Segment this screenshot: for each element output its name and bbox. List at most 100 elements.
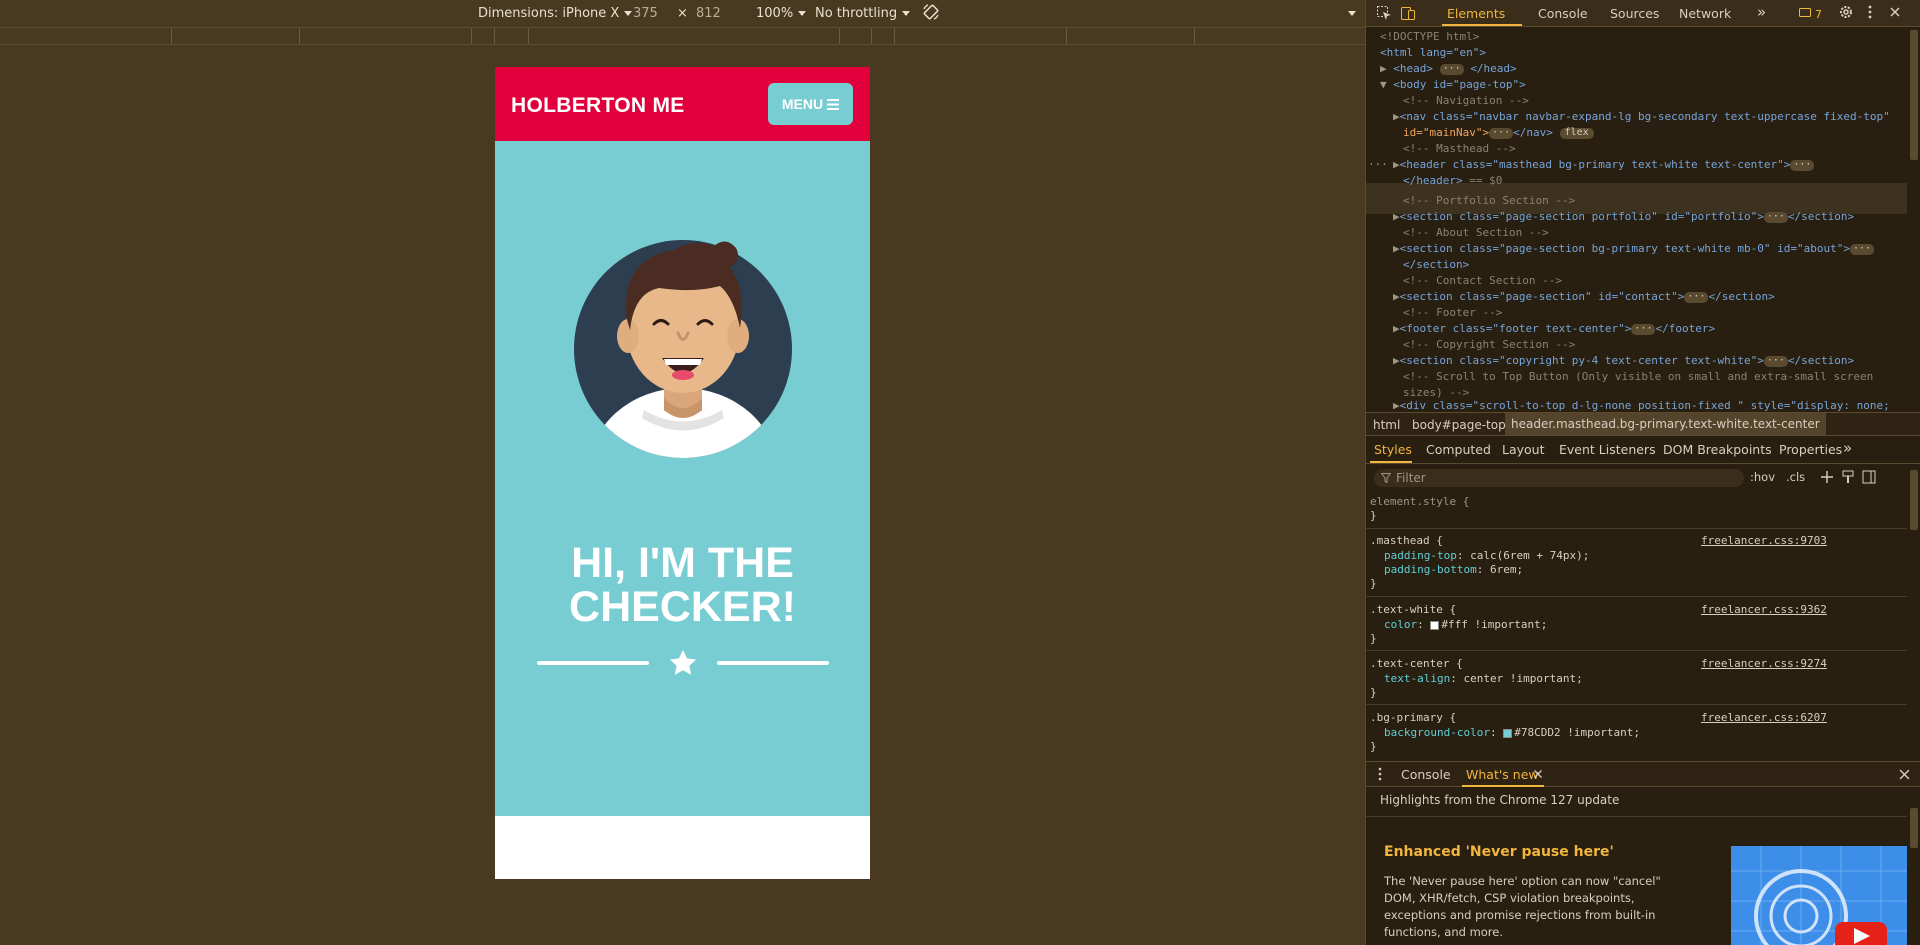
css-declaration[interactable]: text-align: center !important;: [1384, 671, 1583, 687]
expand-triangle-icon[interactable]: ▶: [1393, 242, 1400, 255]
paint-brush-icon[interactable]: [1841, 470, 1855, 484]
tab-dom-breakpoints[interactable]: DOM Breakpoints: [1663, 442, 1772, 457]
css-declaration[interactable]: color: #fff !important;: [1384, 617, 1547, 633]
expand-triangle-icon[interactable]: ▶: [1393, 110, 1400, 123]
dom-line[interactable]: ▶<footer class="footer text-center"> ··· <…: [1393, 321, 1715, 337]
add-rule-icon[interactable]: [1820, 470, 1834, 484]
ellipsis-icon[interactable]: ···: [1790, 159, 1815, 171]
bg-primary-selector[interactable]: .bg-primary {: [1370, 710, 1456, 726]
tab-elements[interactable]: Elements: [1447, 6, 1505, 21]
expand-triangle-icon[interactable]: ▶: [1393, 158, 1400, 171]
text-center-source-link[interactable]: freelancer.css:9274: [1701, 656, 1827, 672]
ellipsis-icon[interactable]: ···: [1489, 127, 1514, 139]
tab-sources[interactable]: Sources: [1610, 6, 1659, 21]
text-white-source-link[interactable]: freelancer.css:9362: [1701, 602, 1827, 618]
more-tabs-icon[interactable]: »: [1757, 3, 1766, 21]
color-swatch-icon[interactable]: [1430, 620, 1440, 630]
element-style-selector[interactable]: element.style {: [1370, 494, 1469, 510]
css-declaration[interactable]: background-color: #78CDD2 !important;: [1384, 725, 1640, 741]
drawer-scrollbar[interactable]: [1910, 808, 1918, 848]
tab-network[interactable]: Network: [1679, 6, 1731, 21]
throttling-select[interactable]: No throttling: [815, 6, 911, 21]
breadcrumb-body[interactable]: body#page-top: [1412, 418, 1506, 432]
menu-button[interactable]: MENU: [768, 83, 853, 125]
zoom-select[interactable]: 100%: [756, 6, 807, 21]
device-toolbar-more[interactable]: [1343, 6, 1356, 21]
tab-event-listeners[interactable]: Event Listeners: [1559, 442, 1656, 457]
masthead-selector[interactable]: .masthead {: [1370, 533, 1443, 549]
breadcrumb-html[interactable]: html: [1373, 418, 1400, 432]
bg-primary-source-link[interactable]: freelancer.css:6207: [1701, 710, 1827, 726]
expand-triangle-icon[interactable]: ▶: [1393, 399, 1400, 412]
breadcrumb-header[interactable]: header.masthead.bg-primary.text-white.te…: [1505, 413, 1826, 435]
dom-line[interactable]: ▶<section class="page-section portfolio"…: [1393, 209, 1854, 225]
expand-triangle-icon[interactable]: ▶: [1393, 290, 1400, 303]
dom-line[interactable]: <!-- Footer -->: [1403, 305, 1502, 321]
drawer-menu-icon[interactable]: [1376, 767, 1384, 781]
cls-toggle[interactable]: .cls: [1786, 470, 1805, 484]
feature-title[interactable]: Enhanced 'Never pause here': [1384, 844, 1614, 860]
dom-line[interactable]: <!-- Scroll to Top Button (Only visible …: [1403, 369, 1873, 385]
tab-styles[interactable]: Styles: [1374, 442, 1412, 457]
rotate-icon[interactable]: [922, 3, 940, 21]
dom-line[interactable]: <!-- Navigation -->: [1403, 93, 1529, 109]
dom-line[interactable]: ▶ <head> ··· </head>: [1380, 61, 1517, 77]
issues-counter[interactable]: 7: [1799, 6, 1822, 21]
tab-console[interactable]: Console: [1538, 6, 1588, 21]
collapse-triangle-icon[interactable]: ▼: [1380, 78, 1387, 91]
dom-line[interactable]: <!DOCTYPE html>: [1380, 29, 1479, 45]
dom-line[interactable]: <!-- Masthead -->: [1403, 141, 1516, 157]
node-actions-icon[interactable]: ···: [1368, 157, 1388, 173]
dom-line[interactable]: ▶<section class="copyright py-4 text-cen…: [1393, 353, 1854, 369]
kebab-menu-icon[interactable]: [1862, 4, 1878, 20]
dom-line[interactable]: <!-- About Section -->: [1403, 225, 1549, 241]
dom-line[interactable]: ▶<nav class="navbar navbar-expand-lg bg-…: [1393, 109, 1890, 125]
dom-line[interactable]: ▶<section class="page-section" id="conta…: [1393, 289, 1775, 305]
masthead-source-link[interactable]: freelancer.css:9703: [1701, 533, 1827, 549]
device-select[interactable]: Dimensions: iPhone X: [478, 6, 633, 21]
device-toggle-icon[interactable]: [1400, 5, 1416, 21]
hov-toggle[interactable]: :hov: [1750, 470, 1775, 484]
settings-gear-icon[interactable]: [1838, 4, 1854, 20]
expand-triangle-icon[interactable]: ▶: [1380, 62, 1387, 75]
dom-line[interactable]: id="mainNav"> ··· </nav> flex: [1403, 125, 1594, 141]
dom-line[interactable]: </section>: [1403, 257, 1469, 273]
drawer-tab-whats-new[interactable]: What's new: [1466, 767, 1539, 782]
dom-tree-scrollbar[interactable]: [1910, 30, 1918, 160]
ellipsis-icon[interactable]: ···: [1763, 355, 1788, 367]
close-tab-icon[interactable]: [1533, 769, 1543, 779]
width-input[interactable]: 375: [633, 6, 658, 21]
flex-badge[interactable]: flex: [1559, 127, 1594, 139]
expand-triangle-icon[interactable]: ▶: [1393, 210, 1400, 223]
filter-input[interactable]: Filter: [1374, 469, 1744, 487]
ellipsis-icon[interactable]: ···: [1631, 323, 1656, 335]
expand-triangle-icon[interactable]: ▶: [1393, 322, 1400, 335]
close-drawer-icon[interactable]: [1899, 769, 1910, 780]
dom-line[interactable]: <!-- Contact Section -->: [1403, 273, 1562, 289]
close-devtools-icon[interactable]: [1887, 4, 1903, 20]
more-tabs-icon[interactable]: »: [1843, 439, 1852, 457]
dom-line[interactable]: ▶<section class="page-section bg-primary…: [1393, 241, 1875, 257]
dom-line[interactable]: <!-- Copyright Section -->: [1403, 337, 1575, 353]
tab-properties[interactable]: Properties: [1779, 442, 1842, 457]
tab-layout[interactable]: Layout: [1502, 442, 1545, 457]
sidebar-toggle-icon[interactable]: [1862, 470, 1876, 484]
tab-computed[interactable]: Computed: [1426, 442, 1491, 457]
ellipsis-icon[interactable]: ···: [1763, 211, 1788, 223]
ellipsis-icon[interactable]: ···: [1439, 63, 1464, 75]
dom-line[interactable]: ▼ <body id="page-top">: [1380, 77, 1526, 93]
inspect-element-icon[interactable]: [1376, 5, 1392, 21]
height-input[interactable]: 812: [696, 6, 721, 21]
dom-line[interactable]: <!-- Portfolio Section -->: [1403, 193, 1575, 209]
text-center-selector[interactable]: .text-center {: [1370, 656, 1463, 672]
ellipsis-icon[interactable]: ···: [1849, 243, 1875, 255]
dom-line-selected[interactable]: ▶<header class="masthead bg-primary text…: [1393, 157, 1815, 173]
site-brand[interactable]: HOLBERTON ME: [511, 94, 685, 118]
css-declaration[interactable]: padding-bottom: 6rem;: [1384, 562, 1523, 578]
expand-triangle-icon[interactable]: ▶: [1393, 354, 1400, 367]
drawer-tab-console[interactable]: Console: [1401, 767, 1451, 782]
dom-line-selected-close[interactable]: </header> == $0: [1403, 173, 1502, 189]
feature-video-thumbnail[interactable]: [1731, 846, 1907, 945]
ellipsis-icon[interactable]: ···: [1684, 291, 1709, 303]
text-white-selector[interactable]: .text-white {: [1370, 602, 1456, 618]
